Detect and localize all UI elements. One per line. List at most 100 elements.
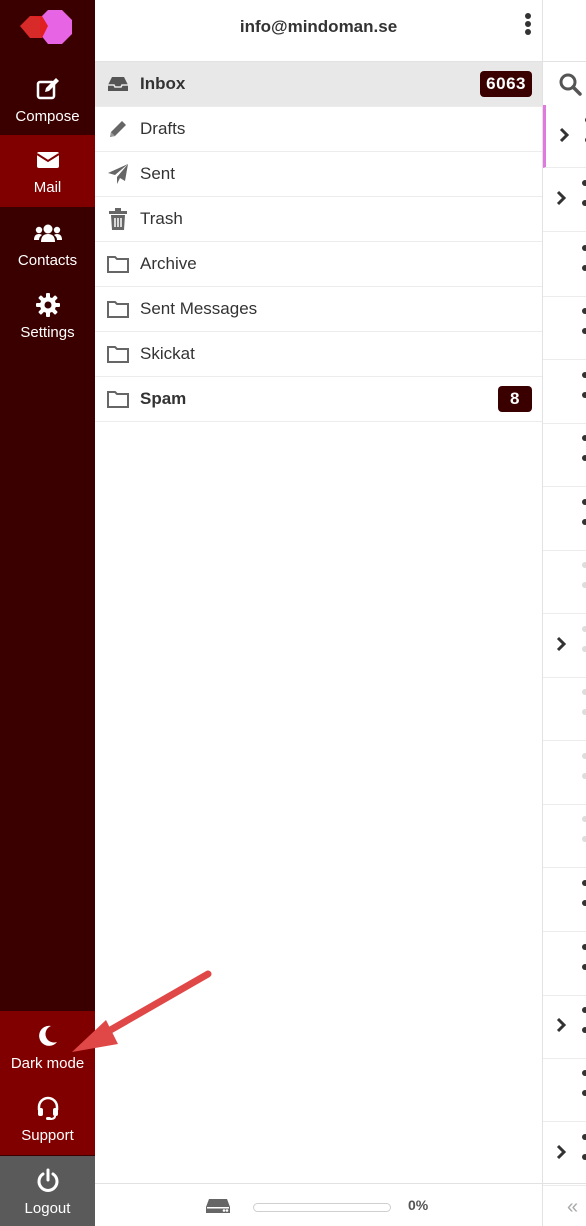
nav-dark-mode[interactable]: Dark mode	[0, 1011, 95, 1083]
more-options-icon[interactable]	[524, 12, 532, 38]
message-bullet	[582, 1027, 586, 1033]
message-row[interactable]	[543, 550, 586, 614]
folder-sent[interactable]: Sent	[95, 152, 542, 197]
message-bullet	[582, 435, 586, 441]
message-row[interactable]	[543, 105, 586, 168]
quota-footer: 0%	[95, 1183, 542, 1226]
message-row[interactable]	[543, 487, 586, 551]
moon-icon	[0, 1023, 95, 1049]
message-bullet	[582, 392, 586, 398]
folder-skickat[interactable]: Skickat	[95, 332, 542, 377]
users-icon	[0, 220, 95, 246]
message-row[interactable]	[543, 296, 586, 360]
folder-name: Skickat	[140, 344, 195, 363]
message-bullet	[582, 773, 586, 779]
collapse-icon[interactable]: «	[567, 1196, 578, 1219]
folder-name: Archive	[140, 254, 197, 273]
message-list: «	[543, 0, 586, 1226]
message-bullet	[582, 880, 586, 886]
folder-panel: info@mindoman.se Inbox 6063 Drafts Sent …	[95, 0, 542, 1226]
message-bullet	[582, 499, 586, 505]
message-row[interactable]	[543, 360, 586, 424]
message-bullet	[582, 753, 586, 759]
message-row[interactable]	[543, 677, 586, 741]
message-bullet	[582, 308, 586, 314]
folder-icon	[106, 253, 130, 275]
message-bullet	[582, 328, 586, 334]
message-row[interactable]	[543, 932, 586, 996]
message-bullet	[582, 519, 586, 525]
envelope-icon	[0, 147, 95, 173]
message-row[interactable]	[543, 1058, 586, 1122]
nav-compose[interactable]: Compose	[0, 64, 95, 136]
message-bullet	[582, 1154, 586, 1160]
quota-progress-bar	[253, 1203, 391, 1212]
nav-settings-label: Settings	[20, 324, 75, 341]
power-icon	[0, 1168, 95, 1194]
message-bullet	[582, 646, 586, 652]
nav-contacts[interactable]: Contacts	[0, 208, 95, 280]
message-bullet	[582, 1070, 586, 1076]
trash-icon	[106, 208, 130, 230]
folder-header: info@mindoman.se	[95, 0, 542, 62]
unread-count-badge: 8	[498, 386, 532, 412]
folder-trash[interactable]: Trash	[95, 197, 542, 242]
quota-percent: 0%	[408, 1197, 429, 1213]
folder-spam[interactable]: Spam 8	[95, 377, 542, 422]
message-row[interactable]	[543, 233, 586, 297]
message-bullet	[582, 582, 586, 588]
nav-settings[interactable]: Settings	[0, 280, 95, 352]
message-row[interactable]	[543, 804, 586, 868]
message-bullet	[582, 245, 586, 251]
chevron-right-icon[interactable]	[555, 1144, 567, 1165]
folder-icon	[106, 343, 130, 365]
message-bullet	[582, 180, 586, 186]
message-row[interactable]	[543, 423, 586, 487]
message-bullet	[582, 836, 586, 842]
message-row[interactable]	[543, 995, 586, 1059]
unread-count-badge: 6063	[480, 71, 532, 97]
folder-drafts[interactable]: Drafts	[95, 107, 542, 152]
hard-drive-icon	[205, 1198, 231, 1219]
message-row[interactable]	[543, 741, 586, 805]
folder-inbox[interactable]: Inbox 6063	[95, 62, 542, 107]
message-row[interactable]	[543, 868, 586, 932]
folder-name: Sent Messages	[140, 299, 258, 318]
folder-icon	[106, 298, 130, 320]
message-bullet	[582, 265, 586, 271]
message-bullet	[582, 689, 586, 695]
folder-sent-messages[interactable]: Sent Messages	[95, 287, 542, 332]
nav-contacts-label: Contacts	[17, 252, 78, 269]
chevron-right-icon[interactable]	[555, 1017, 567, 1038]
folder-name: Spam	[140, 389, 187, 408]
chevron-right-icon[interactable]	[555, 190, 567, 211]
chevron-right-icon[interactable]	[558, 127, 570, 148]
nav-support[interactable]: Support	[0, 1083, 95, 1155]
compose-icon	[0, 76, 95, 102]
folder-icon	[106, 388, 130, 410]
nav-logout[interactable]: Logout	[0, 1156, 95, 1226]
nav-support-label: Support	[21, 1127, 74, 1144]
inbox-icon	[106, 73, 130, 95]
message-row[interactable]	[543, 614, 586, 678]
message-bullet	[582, 1090, 586, 1096]
message-bullet	[582, 1007, 586, 1013]
message-bullet	[582, 709, 586, 715]
nav-compose-label: Compose	[15, 108, 80, 125]
message-bullet	[582, 455, 586, 461]
search-icon[interactable]	[558, 72, 582, 101]
headset-icon	[0, 1095, 95, 1121]
message-list-footer: «	[543, 1183, 586, 1226]
chevron-right-icon[interactable]	[555, 636, 567, 657]
folder-name: Trash	[140, 209, 183, 228]
nav-mail[interactable]: Mail	[0, 135, 95, 207]
message-bullet	[582, 372, 586, 378]
folder-name: Drafts	[140, 119, 186, 138]
logo-icon	[20, 10, 72, 44]
folder-archive[interactable]: Archive	[95, 242, 542, 287]
message-row[interactable]	[543, 1122, 586, 1186]
message-list-header	[543, 0, 586, 62]
message-row[interactable]	[543, 168, 586, 232]
app-logo[interactable]	[0, 0, 95, 60]
paper-plane-icon	[106, 163, 130, 185]
